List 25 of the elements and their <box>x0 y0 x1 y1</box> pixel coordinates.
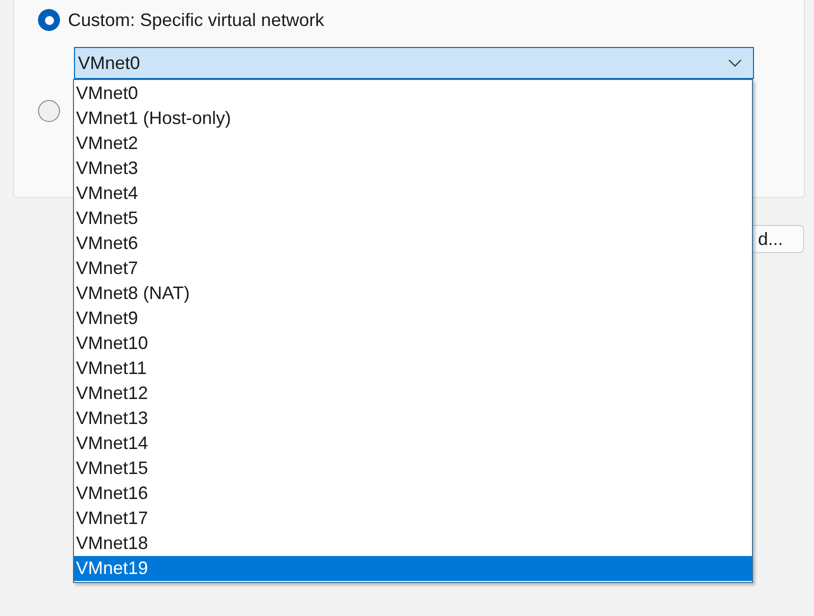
radio-button[interactable] <box>38 9 60 31</box>
dropdown-option[interactable]: VMnet7 <box>74 256 752 281</box>
dropdown-option[interactable]: VMnet10 <box>74 331 752 356</box>
radio-button[interactable] <box>38 100 60 122</box>
dropdown-option[interactable]: VMnet4 <box>74 181 752 206</box>
dropdown-option[interactable]: VMnet17 <box>74 506 752 531</box>
dropdown-option[interactable]: VMnet1 (Host-only) <box>74 106 752 131</box>
dropdown-option[interactable]: VMnet11 <box>74 356 752 381</box>
dropdown-option[interactable]: VMnet8 (NAT) <box>74 281 752 306</box>
dropdown-option[interactable]: VMnet6 <box>74 231 752 256</box>
radio-label: Custom: Specific virtual network <box>68 8 324 32</box>
dropdown-option[interactable]: VMnet0 <box>74 81 752 106</box>
dropdown-option[interactable]: VMnet14 <box>74 431 752 456</box>
chevron-icon <box>728 59 742 67</box>
dropdown-option[interactable]: VMnet18 <box>74 531 752 556</box>
dropdown-option[interactable]: VMnet9 <box>74 306 752 331</box>
dropdown-option[interactable]: VMnet13 <box>74 406 752 431</box>
dropdown-option[interactable]: VMnet19 <box>74 556 752 581</box>
network-dropdown[interactable]: VMnet0 <box>74 47 754 79</box>
dropdown-option[interactable]: VMnet12 <box>74 381 752 406</box>
dropdown-option[interactable]: VMnet16 <box>74 481 752 506</box>
dropdown-option[interactable]: VMnet2 <box>74 131 752 156</box>
dropdown-option[interactable]: VMnet15 <box>74 456 752 481</box>
dropdown-option[interactable]: VMnet5 <box>74 206 752 231</box>
dropdown-option[interactable]: VMnet3 <box>74 156 752 181</box>
